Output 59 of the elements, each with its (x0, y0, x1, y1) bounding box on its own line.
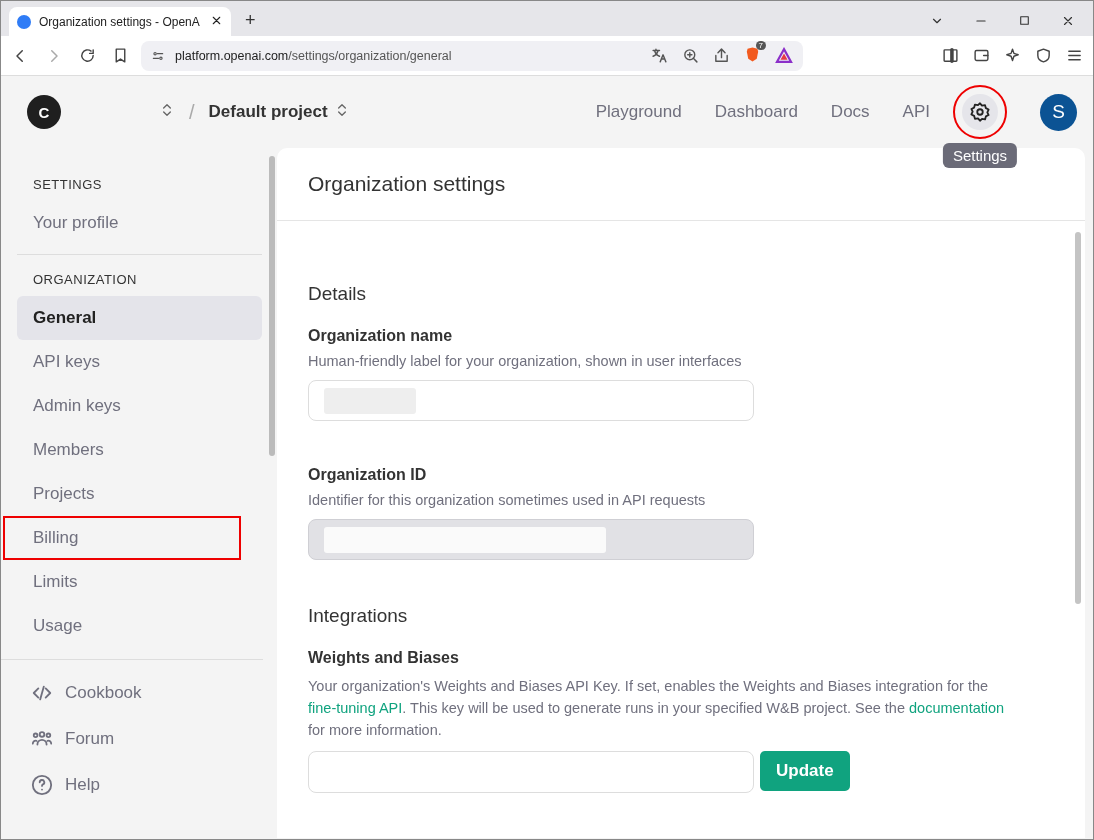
sidebar-link[interactable]: Forum (31, 716, 263, 762)
share-icon[interactable] (713, 47, 730, 64)
notification-count: 7 (755, 40, 766, 50)
sidebar-item[interactable]: Your profile (17, 201, 262, 245)
sidebar-link[interactable]: Cookbook (31, 670, 263, 716)
field-hint: Identifier for this organization sometimes used in API requests (308, 492, 707, 508)
field-hint: Human-friendly label for your organization, shown in user interfaces (308, 353, 743, 369)
tooltip: Settings (942, 143, 1018, 168)
settings-icon[interactable] (969, 101, 991, 123)
sidebar-item[interactable]: Usage (17, 604, 262, 648)
description: Your organization's Weights and Biases API Key. If set, enables the Weights and Biases integration for the fine-tuning API. This key will be used to generate runs in your specified W&B project. See the documentation for more information. (308, 677, 1006, 740)
help-icon (31, 774, 53, 796)
section-heading: Details (308, 283, 368, 305)
nav-link[interactable]: API (902, 102, 930, 122)
field-label: Organization ID (308, 466, 428, 484)
section-heading: ORGANIZATION (32, 271, 138, 289)
close-icon[interactable] (1061, 14, 1075, 28)
sidebar-icon[interactable] (942, 47, 959, 64)
field-label: Organization name (308, 327, 454, 345)
tab-title: Organization settings - OpenA (39, 14, 200, 29)
zoom-icon[interactable] (682, 47, 699, 64)
nav-link[interactable]: Playground (595, 102, 682, 122)
sparkle-icon[interactable] (1004, 47, 1021, 64)
nav-link[interactable]: Dashboard (714, 102, 798, 122)
scrollbar[interactable] (269, 156, 275, 456)
site-icon (17, 14, 31, 29)
fine-tuning-link[interactable]: fine-tuning API (308, 700, 403, 716)
breadcrumb-separator: / (189, 100, 195, 124)
sidebar-item[interactable]: Members (17, 428, 262, 472)
section-heading: Integrations (308, 605, 409, 627)
section-heading: SETTINGS (32, 176, 103, 194)
sidebar-link[interactable]: Help (31, 762, 263, 808)
text-field[interactable] (308, 380, 754, 421)
settings-button[interactable] (962, 94, 998, 130)
sidebar-item[interactable]: Projects (17, 472, 262, 516)
shield-icon[interactable] (1035, 47, 1052, 64)
documentation-link[interactable]: documentation (909, 700, 1005, 716)
api-key-field[interactable] (308, 751, 754, 793)
new-tab-button[interactable]: + (245, 10, 256, 31)
sidebar-item[interactable]: Admin keys (17, 384, 262, 428)
browser-tab[interactable]: Organization settings - OpenA (9, 7, 231, 36)
scrollbar[interactable] (1075, 232, 1081, 604)
update-button[interactable]: Update (760, 751, 850, 791)
sidebar-item[interactable]: Billing (3, 516, 241, 560)
sidebar-item[interactable]: General (17, 296, 262, 340)
sidebar-item[interactable]: API keys (17, 340, 262, 384)
address-bar[interactable]: platform.openai.com/settings/organization/general 7 (141, 40, 803, 71)
project-selector[interactable]: Default project (208, 102, 328, 122)
user-avatar[interactable]: S (1040, 93, 1077, 131)
maximize-icon[interactable] (1018, 14, 1031, 27)
org-avatar[interactable]: C (27, 95, 61, 129)
wallet-icon[interactable] (973, 47, 990, 64)
field-label: Weights and Biases (308, 649, 460, 667)
triangle-icon[interactable] (775, 47, 793, 64)
nav-link[interactable]: Docs (830, 102, 870, 122)
lion-shield-icon[interactable] (744, 45, 761, 63)
translate-icon[interactable] (651, 47, 668, 64)
sidebar-item[interactable]: Limits (17, 560, 262, 604)
reload-icon[interactable] (79, 47, 96, 64)
